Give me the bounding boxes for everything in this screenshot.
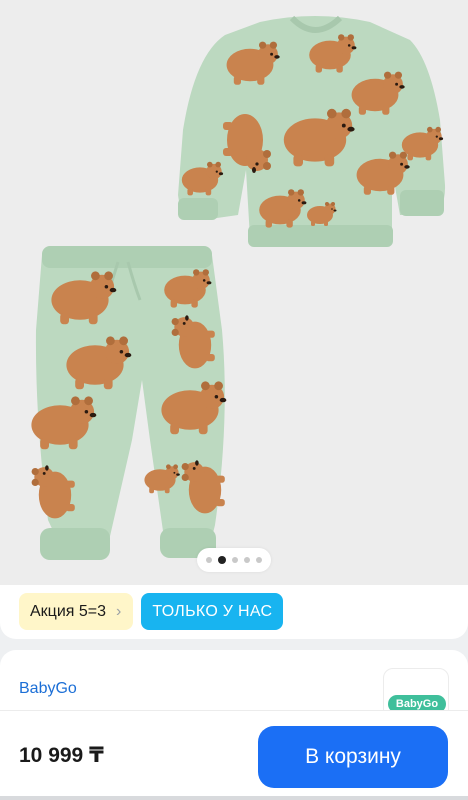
product-photo[interactable] [0,0,468,585]
product-illustration [31,15,446,560]
purchase-bar: 10 999 ₸ В корзину [0,710,468,800]
badges-row: Акция 5=3 › ТОЛЬКО У НАС [0,585,468,639]
gallery-dot-active[interactable] [218,556,226,564]
bottom-divider [0,796,468,800]
exclusive-badge: ТОЛЬКО У НАС [141,593,284,630]
gallery-dot[interactable] [206,557,212,563]
price: 10 999 ₸ [19,744,104,767]
gallery-pagination [0,548,468,572]
gallery-dot[interactable] [256,557,262,563]
sweatshirt [178,15,446,247]
gallery-dot[interactable] [244,557,250,563]
gallery-dot[interactable] [232,557,238,563]
gallery-dots [197,548,271,572]
promo-badge-label: Акция 5=3 [30,602,107,620]
brand-link[interactable]: BabyGo [19,680,77,698]
add-to-cart-button[interactable]: В корзину [258,726,448,788]
exclusive-badge-label: ТОЛЬКО У НАС [152,602,273,620]
chevron-right-icon: › [116,602,122,620]
promo-badge[interactable]: Акция 5=3 › [19,593,134,630]
pants [31,246,227,560]
